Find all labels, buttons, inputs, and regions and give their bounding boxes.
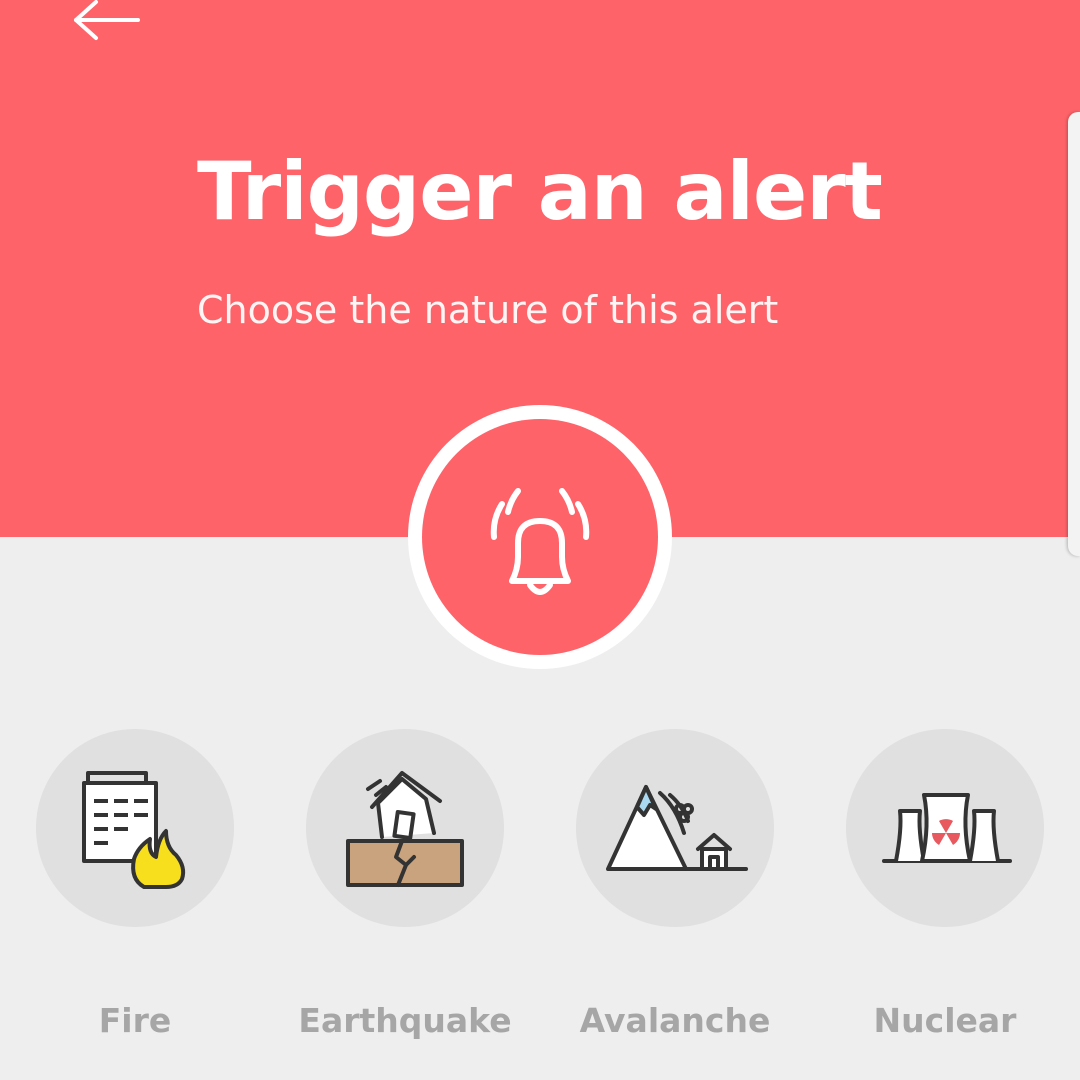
- category-avalanche-label: Avalanche: [579, 1001, 771, 1040]
- category-nuclear-label: Nuclear: [873, 1001, 1017, 1040]
- trigger-alert-button[interactable]: [408, 405, 672, 669]
- category-earthquake-circle: [306, 729, 504, 927]
- scroll-indicator[interactable]: [1068, 112, 1080, 556]
- category-nuclear[interactable]: Nuclear: [846, 729, 1044, 1040]
- category-avalanche[interactable]: Avalanche: [576, 729, 774, 1040]
- building-fire-icon: [82, 771, 186, 889]
- alert-screen: Trigger an alert Choose the nature of th…: [0, 0, 1080, 1080]
- category-nuclear-circle: [846, 729, 1044, 927]
- alert-button-inner: [422, 419, 658, 655]
- ringing-bell-icon: [490, 488, 590, 595]
- category-earthquake-label: Earthquake: [298, 1001, 512, 1040]
- earthquake-house-icon: [346, 771, 464, 887]
- category-fire-label: Fire: [98, 1001, 172, 1040]
- arrow-left-icon: [74, 0, 140, 40]
- category-earthquake[interactable]: Earthquake: [298, 729, 512, 1040]
- category-fire[interactable]: Fire: [36, 729, 234, 1040]
- nuclear-plant-icon: [882, 793, 1012, 863]
- page-title: Trigger an alert: [197, 145, 883, 238]
- category-fire-circle: [36, 729, 234, 927]
- page-subtitle: Choose the nature of this alert: [197, 288, 779, 332]
- back-button[interactable]: [62, 0, 152, 54]
- avalanche-mountain-icon: [606, 785, 748, 871]
- category-avalanche-circle: [576, 729, 774, 927]
